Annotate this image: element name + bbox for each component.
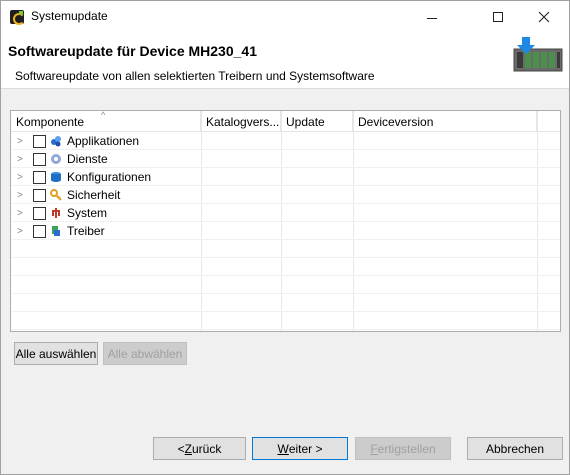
row-checkbox[interactable] [33, 224, 46, 238]
expand-chevron-icon[interactable]: > [17, 208, 27, 219]
back-prefix: < [177, 441, 185, 456]
column-header-update[interactable]: Update [281, 111, 353, 132]
column-header-extra[interactable] [537, 111, 560, 132]
component-cell: > System [11, 204, 107, 222]
table-row-empty [11, 276, 560, 294]
services-gear-icon [51, 154, 61, 164]
table-row[interactable]: > Applikationen [11, 132, 560, 150]
expand-chevron-icon[interactable]: > [17, 226, 27, 237]
minimize-button[interactable] [409, 1, 455, 32]
page-title: Softwareupdate für Device MH230_41 [8, 43, 257, 59]
close-icon [538, 11, 550, 22]
expand-chevron-icon[interactable]: > [17, 190, 27, 201]
wizard-header: Softwareupdate für Device MH230_41 Softw… [1, 32, 569, 89]
row-label: Konfigurationen [67, 170, 152, 184]
expand-chevron-icon[interactable]: > [17, 136, 27, 147]
table-row-empty [11, 258, 560, 276]
column-header-component[interactable]: Komponente ^ [11, 111, 201, 132]
row-label: Dienste [67, 152, 108, 166]
row-checkbox[interactable] [33, 206, 46, 220]
row-checkbox[interactable] [33, 134, 46, 148]
close-button[interactable] [521, 1, 567, 32]
components-table[interactable]: Komponente ^ Katalogvers... Update Device… [10, 110, 561, 332]
component-cell: > Dienste [11, 150, 108, 168]
row-label: Treiber [67, 224, 105, 238]
row-label: System [67, 206, 108, 220]
table-row[interactable]: > Sicherheit [11, 186, 560, 204]
finish-mnemonic: F [370, 441, 378, 456]
system-icon [52, 208, 60, 218]
device-download-icon [513, 37, 563, 72]
row-checkbox[interactable] [33, 152, 46, 166]
table-header: Komponente ^ Katalogvers... Update Device… [11, 111, 560, 132]
column-header-device-version[interactable]: Deviceversion [353, 111, 537, 132]
expand-chevron-icon[interactable]: > [17, 172, 27, 183]
finish-label: ertigstellen [377, 441, 436, 456]
row-checkbox[interactable] [33, 170, 46, 184]
table-row-empty [11, 312, 560, 330]
table-row[interactable]: > Dienste [11, 150, 560, 168]
column-header-catalog-version[interactable]: Katalogvers... [201, 111, 281, 132]
component-cell: > Sicherheit [11, 186, 120, 204]
window-title: Systemupdate [31, 9, 108, 23]
maximize-button[interactable] [475, 1, 521, 32]
cancel-button[interactable]: Abbrechen [467, 437, 563, 460]
row-label: Applikationen [67, 134, 140, 148]
table-row[interactable]: > Treiber [11, 222, 560, 240]
sort-indicator-icon: ^ [101, 111, 106, 120]
table-row-empty [11, 294, 560, 312]
back-mnemonic: Z [184, 441, 192, 456]
row-label: Sicherheit [67, 188, 121, 202]
app-icon [10, 10, 25, 25]
back-label: urück [192, 441, 222, 456]
row-checkbox[interactable] [33, 188, 46, 202]
back-button[interactable]: < Zurück [153, 437, 246, 460]
table-row[interactable]: > System [11, 204, 560, 222]
select-all-button[interactable]: Alle auswählen [14, 342, 98, 365]
next-label: eiter > [288, 441, 323, 456]
expand-chevron-icon[interactable]: > [17, 154, 27, 165]
security-key-icon [50, 189, 62, 201]
system-update-window: Systemupdate Softwareupdate für Device M… [0, 0, 570, 475]
component-cell: > Treiber [11, 222, 105, 240]
title-bar[interactable]: Systemupdate [1, 1, 569, 32]
component-cell: > Konfigurationen [11, 168, 151, 186]
finish-button[interactable]: Fertigstellen [355, 437, 451, 460]
minimize-icon [427, 17, 437, 19]
maximize-icon [493, 11, 503, 22]
next-mnemonic: W [277, 441, 289, 456]
table-row-empty [11, 240, 560, 258]
page-subtitle: Softwareupdate von allen selektierten Tr… [15, 69, 375, 83]
component-cell: > Applikationen [11, 132, 139, 150]
table-row[interactable]: > Konfigurationen [11, 168, 560, 186]
configuration-database-icon [51, 172, 61, 182]
next-button[interactable]: Weiter > [252, 437, 348, 460]
driver-icon [52, 226, 60, 236]
applications-icon [51, 136, 61, 147]
deselect-all-button[interactable]: Alle abwählen [103, 342, 187, 365]
